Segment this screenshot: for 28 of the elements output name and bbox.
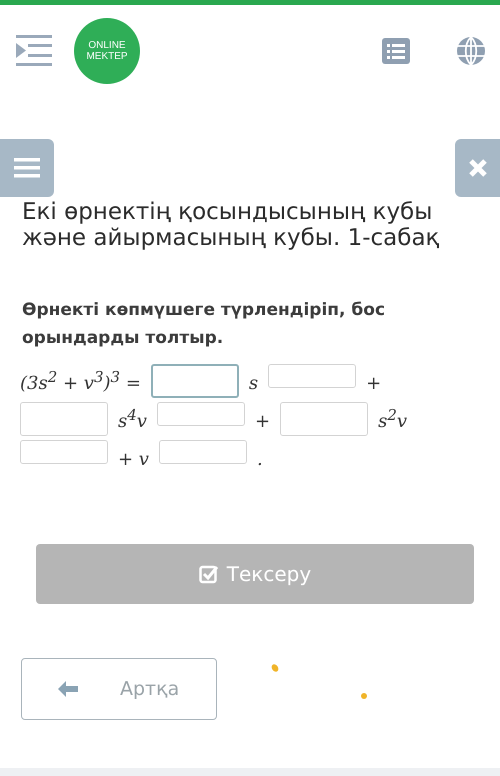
logo[interactable]: ONLINE MEKTEP [74,18,140,84]
answer-box[interactable] [150,364,239,398]
menu-icon [14,158,40,178]
answer-box[interactable] [20,440,108,464]
math-expression: s$^{4}$v [118,411,147,432]
answer-box[interactable] [156,402,245,426]
answer-box[interactable] [280,402,368,436]
checkbox-icon [198,564,219,584]
math-expression: + [254,411,270,432]
lesson-title: Екі өрнектің қосындысының кубы және айырмасының кубы. 1-сабақ [22,199,440,251]
close-button[interactable] [455,139,500,197]
menu-button[interactable] [0,139,54,197]
math-expression: . [256,449,263,470]
math-expression: + v [118,449,149,470]
answer-box[interactable] [20,402,108,436]
sidebar-toggle-icon[interactable] [16,35,52,67]
list-icon[interactable] [382,38,410,64]
answer-box[interactable] [158,440,247,464]
math-expression: s [248,373,258,394]
task-prompt: Өрнекті көпмүшеге түрлендіріп, бос орындарды толтыр. [22,299,386,350]
back-button[interactable]: Артқа [21,658,217,720]
answer-box[interactable] [268,364,356,388]
math-expression: (3s$^{2}$ + v$^{3}$)$^{3}$ = [20,373,141,394]
math-expression: s$^{2}$v [378,411,408,432]
arrow-left-icon [58,681,78,697]
globe-icon[interactable] [456,36,486,66]
close-icon [468,158,488,178]
math-expression: + [366,373,382,394]
